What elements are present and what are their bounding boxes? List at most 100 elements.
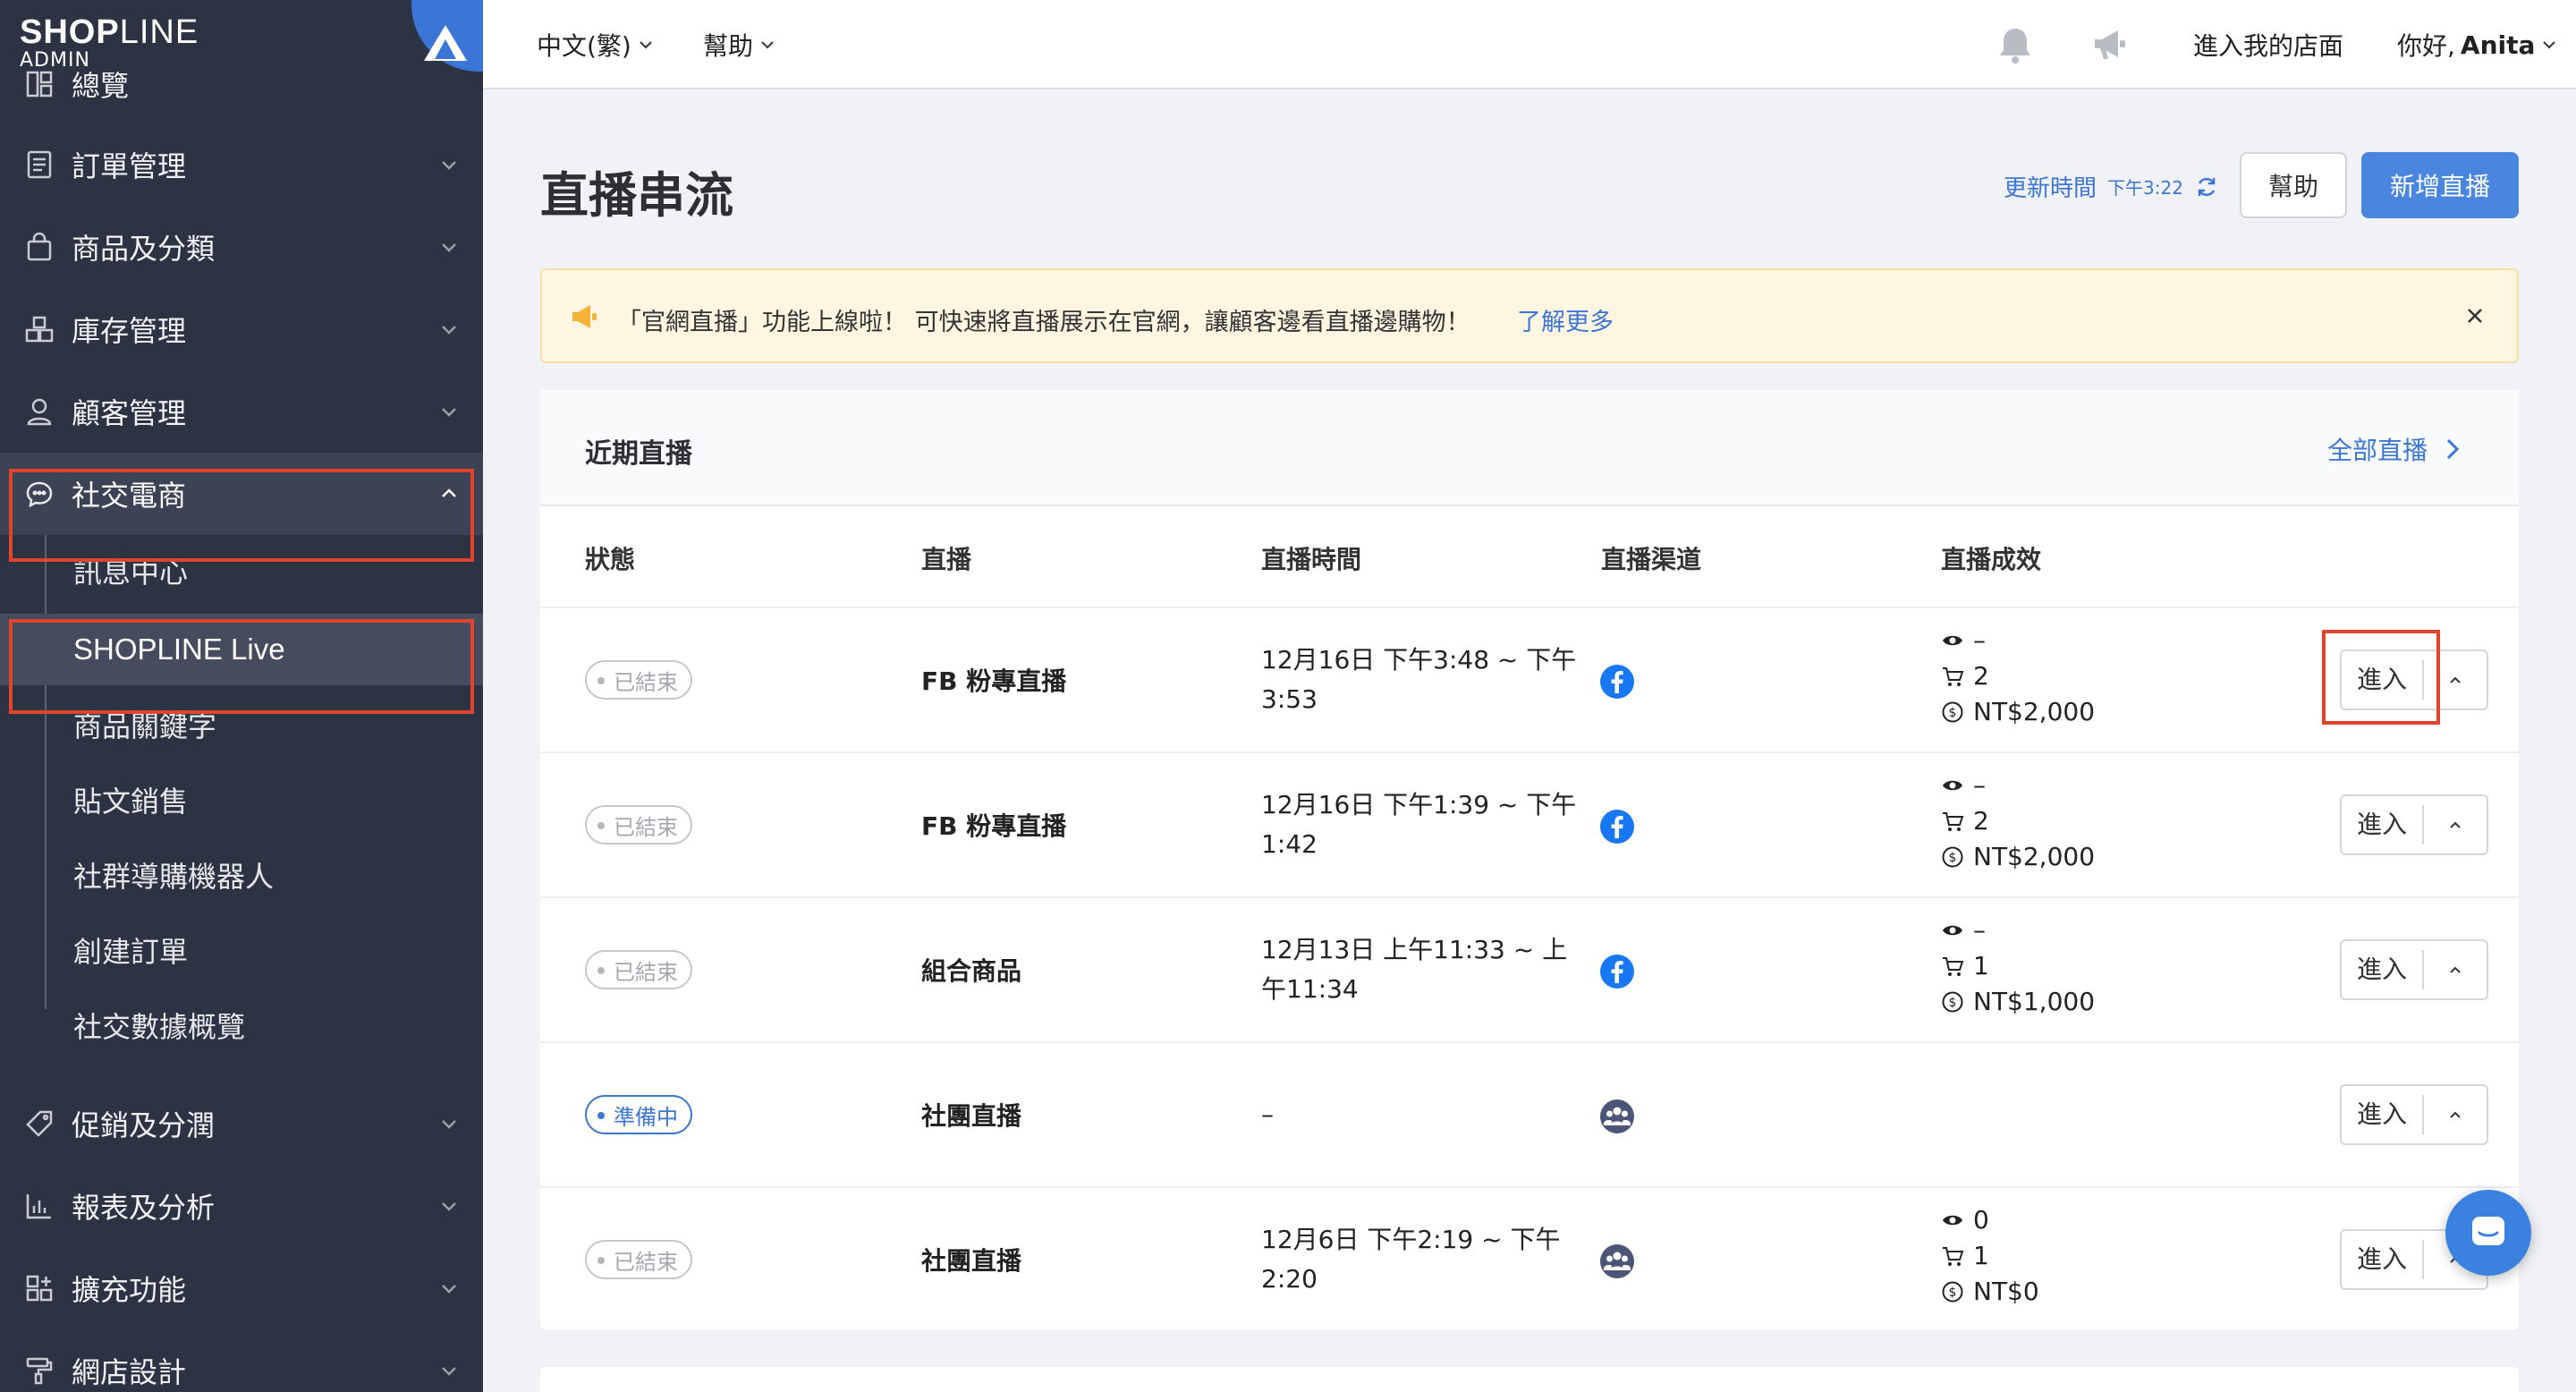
close-icon[interactable] xyxy=(2462,302,2488,329)
expand-toggle[interactable] xyxy=(2424,961,2487,979)
sidebar-item-reports[interactable]: 報表及分析 xyxy=(0,1165,483,1247)
sidebar-item-extensions[interactable]: 擴充功能 xyxy=(0,1247,483,1329)
orders-count: 1 xyxy=(1973,951,1989,980)
user-name: Anita xyxy=(2460,30,2536,60)
facebook-icon xyxy=(1600,665,1634,699)
new-live-button[interactable]: 新增直播 xyxy=(2361,152,2519,218)
performance-stats: – 2 $ NT$2,000 xyxy=(1941,623,2095,730)
row-actions: 進入 xyxy=(2340,939,2488,1000)
help-dropdown[interactable]: 幫助 xyxy=(703,27,776,63)
chevron-up-icon xyxy=(2450,821,2461,828)
sidebar-subitem-label: 貼文銷售 xyxy=(73,785,189,819)
sidebar: SHOPLINE ADMIN 總覽 訂單管理 商品及分類 庫存管理 顧客管理 社… xyxy=(0,0,483,1392)
eye-icon xyxy=(1943,780,1962,791)
revenue-amount: NT$0 xyxy=(1973,1277,2039,1306)
learn-more-link[interactable]: 了解更多 xyxy=(1517,302,1614,337)
orders-count: 1 xyxy=(1973,1241,1989,1270)
enter-button[interactable]: 進入 xyxy=(2342,1240,2424,1279)
views-count: – xyxy=(1973,915,1986,945)
chevron-down-icon xyxy=(442,1120,456,1129)
sidebar-item-customers[interactable]: 顧客管理 xyxy=(0,370,483,453)
expand-toggle[interactable] xyxy=(2424,816,2487,834)
announcement-banner: 「官網直播」功能上線啦！ 可快速將直播展示在官網，讓顧客邊看直播邊購物！ 了解更… xyxy=(540,268,2519,363)
group-icon xyxy=(1600,1244,1634,1278)
chat-support-button[interactable] xyxy=(2445,1190,2531,1276)
orders-count: 2 xyxy=(1973,806,1989,836)
chat-icon xyxy=(2472,1217,2504,1245)
update-time[interactable]: 更新時間 下午3:22 xyxy=(2004,170,2219,203)
order-icon xyxy=(23,149,55,181)
column-header-channel: 直播渠道 xyxy=(1601,545,1702,574)
cart-icon xyxy=(1943,667,1964,686)
live-name[interactable]: FB 粉專直播 xyxy=(921,662,1066,698)
sidebar-item-promotions[interactable]: 促銷及分潤 xyxy=(0,1082,483,1165)
row-actions: 進入 xyxy=(2340,1084,2488,1145)
sidebar-subitem-post-sales[interactable]: 貼文銷售 xyxy=(0,764,483,836)
chevron-down-icon xyxy=(442,243,456,252)
svg-text:$: $ xyxy=(1949,851,1957,865)
revenue-amount: NT$1,000 xyxy=(1973,987,2096,1016)
enter-store-link[interactable]: 進入我的店面 xyxy=(2193,27,2343,63)
user-menu[interactable]: 你好, Anita xyxy=(2397,27,2558,63)
row-actions: 進入 xyxy=(2340,794,2488,855)
enter-store-label: 進入我的店面 xyxy=(2193,31,2344,61)
chevron-right-icon xyxy=(2446,438,2460,460)
chevron-down-icon xyxy=(442,1367,456,1376)
eye-icon xyxy=(1943,1215,1962,1226)
chevron-down-icon xyxy=(2543,41,2556,49)
expand-toggle[interactable] xyxy=(2424,1106,2487,1124)
table-row: 已結束 組合商品 12月13日 上午11:33 ~ 上午11:34 – 1 $ N… xyxy=(540,896,2519,1041)
help-label: 幫助 xyxy=(703,31,754,61)
megaphone-icon[interactable] xyxy=(2088,23,2132,68)
live-time: 12月6日 下午2:19 ~ 下午2:20 xyxy=(1261,1225,1561,1294)
top-bar: 中文(繁) 幫助 進入我的店面 你好, Anita xyxy=(483,0,2576,89)
live-name[interactable]: 社團直播 xyxy=(921,1242,1021,1277)
apps-icon xyxy=(23,1272,55,1304)
sidebar-item-orders[interactable]: 訂單管理 xyxy=(0,123,483,206)
live-name[interactable]: FB 粉專直播 xyxy=(921,807,1066,843)
live-name[interactable]: 組合商品 xyxy=(921,952,1021,988)
chevron-up-icon xyxy=(2450,676,2461,683)
sidebar-subitem-social-bot[interactable]: 社群導購機器人 xyxy=(0,839,483,911)
language-dropdown[interactable]: 中文(繁) xyxy=(537,27,655,63)
bell-icon[interactable] xyxy=(1993,23,2038,68)
page-title: 直播串流 xyxy=(540,167,733,224)
highlight-social-commerce xyxy=(9,469,474,562)
chevron-down-icon xyxy=(442,1202,456,1211)
dollar-circle-icon: $ xyxy=(1942,846,1963,868)
cart-icon xyxy=(1943,1247,1964,1266)
live-time: 12月13日 上午11:33 ~ 上午11:34 xyxy=(1261,935,1568,1004)
all-lives-link[interactable]: 全部直播 xyxy=(2327,431,2462,467)
chevron-down-icon xyxy=(761,41,774,49)
update-time-label: 更新時間 xyxy=(2004,175,2097,202)
enter-button[interactable]: 進入 xyxy=(2342,805,2424,845)
chevron-down-icon xyxy=(442,161,456,170)
sidebar-subitem-social-analytics[interactable]: 社交數據概覽 xyxy=(0,989,483,1061)
revenue-amount: NT$2,000 xyxy=(1973,697,2096,726)
svg-text:$: $ xyxy=(1949,706,1957,720)
sidebar-item-label: 總覽 xyxy=(72,69,130,103)
chevron-down-icon xyxy=(442,1285,456,1294)
enter-button[interactable]: 進入 xyxy=(2342,950,2424,989)
sidebar-item-inventory[interactable]: 庫存管理 xyxy=(0,288,483,370)
cart-icon xyxy=(1943,957,1964,976)
revenue-amount: NT$2,000 xyxy=(1973,842,2096,871)
enter-button[interactable]: 進入 xyxy=(2342,1095,2424,1134)
user-icon xyxy=(23,395,55,428)
sidebar-item-overview[interactable]: 總覽 xyxy=(0,43,483,125)
dollar-circle-icon: $ xyxy=(1942,991,1963,1013)
performance-stats: – 1 $ NT$1,000 xyxy=(1941,912,2095,1020)
paint-roller-icon xyxy=(23,1354,55,1387)
column-header-time: 直播時間 xyxy=(1261,545,1362,574)
live-name[interactable]: 社團直播 xyxy=(921,1097,1021,1133)
sidebar-subitem-create-order[interactable]: 創建訂單 xyxy=(0,914,483,986)
sidebar-subitem-label: 社交數據概覽 xyxy=(73,1010,246,1044)
refresh-icon[interactable] xyxy=(2194,174,2219,199)
sidebar-item-store-design[interactable]: 網店設計 xyxy=(0,1329,483,1392)
sidebar-item-products[interactable]: 商品及分類 xyxy=(0,206,483,288)
dollar-circle-icon: $ xyxy=(1942,701,1963,723)
help-button[interactable]: 幫助 xyxy=(2240,152,2347,218)
status-badge: 已結束 xyxy=(585,805,692,845)
language-label: 中文(繁) xyxy=(537,31,631,61)
column-header-live: 直播 xyxy=(921,545,972,574)
